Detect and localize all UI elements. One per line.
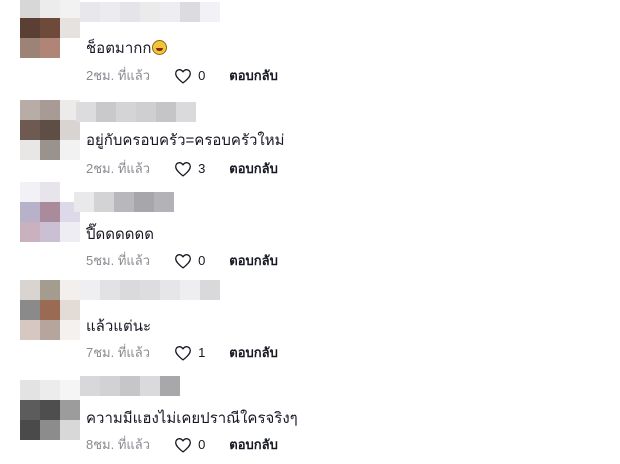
username-blurred[interactable]: [74, 192, 174, 212]
comment-meta: 2ชม. ที่แล้ว 0 ตอบกลับ: [86, 65, 278, 86]
comment-timestamp: 5ชม. ที่แล้ว: [86, 253, 151, 268]
comment-meta: 2ชม. ที่แล้ว 3 ตอบกลับ: [86, 158, 278, 179]
username-blurred[interactable]: [80, 2, 220, 22]
heart-icon: [175, 253, 191, 269]
like-count: 0: [198, 68, 206, 83]
comment-timestamp: 2ชม. ที่แล้ว: [86, 161, 151, 176]
laughing-emoji-icon: [152, 40, 168, 55]
comment-meta: 7ชม. ที่แล้ว 1 ตอบกลับ: [86, 342, 278, 363]
reply-button[interactable]: ตอบกลับ: [229, 342, 278, 363]
heart-icon: [175, 437, 191, 453]
comment-timestamp: 7ชม. ที่แล้ว: [86, 345, 151, 360]
like-button[interactable]: 1: [174, 345, 205, 361]
comment-text: ปี๊ดดดดดด: [86, 222, 154, 246]
reply-button[interactable]: ตอบกลับ: [229, 158, 278, 179]
comment-text: แล้วแต่นะ: [86, 314, 151, 338]
like-count: 0: [198, 437, 206, 452]
like-button[interactable]: 0: [174, 253, 205, 269]
heart-icon: [175, 68, 191, 84]
like-button[interactable]: 0: [174, 437, 205, 453]
reply-button[interactable]: ตอบกลับ: [229, 434, 278, 455]
username-blurred[interactable]: [80, 280, 220, 300]
reply-button[interactable]: ตอบกลับ: [229, 250, 278, 271]
avatar[interactable]: [20, 182, 80, 242]
comment-text-content: ช็อตมากก: [86, 40, 152, 57]
heart-icon: [175, 161, 191, 177]
username-blurred[interactable]: [80, 376, 180, 396]
like-button[interactable]: 3: [174, 161, 205, 177]
comment-text: อยู่กับครอบครัว=ครอบครัวใหม่: [86, 128, 285, 152]
heart-icon: [175, 345, 191, 361]
avatar[interactable]: [20, 280, 80, 340]
comment-text-content: อยู่กับครอบครัว=ครอบครัวใหม่: [86, 132, 285, 149]
comment-timestamp: 8ชม. ที่แล้ว: [86, 437, 151, 452]
comment-meta: 8ชม. ที่แล้ว 0 ตอบกลับ: [86, 434, 278, 455]
like-button[interactable]: 0: [174, 68, 205, 84]
reply-button[interactable]: ตอบกลับ: [229, 65, 278, 86]
comment-text-content: แล้วแต่นะ: [86, 318, 152, 335]
username-blurred[interactable]: [76, 102, 196, 122]
comment-text-content: ปี๊ดดดดดด: [86, 226, 154, 243]
like-count: 0: [198, 253, 206, 268]
avatar[interactable]: [20, 100, 80, 160]
like-count: 1: [198, 345, 206, 360]
avatar[interactable]: [20, 380, 80, 440]
avatar[interactable]: [20, 0, 80, 58]
comment-meta: 5ชม. ที่แล้ว 0 ตอบกลับ: [86, 250, 278, 271]
comment-text-content: ความมีแฮงไม่เคยปราณีใครจริงๆ: [86, 410, 298, 427]
like-count: 3: [198, 161, 206, 176]
comment-timestamp: 2ชม. ที่แล้ว: [86, 68, 151, 83]
comment-text: ความมีแฮงไม่เคยปราณีใครจริงๆ: [86, 406, 298, 430]
comment-text: ช็อตมากก: [86, 36, 168, 60]
